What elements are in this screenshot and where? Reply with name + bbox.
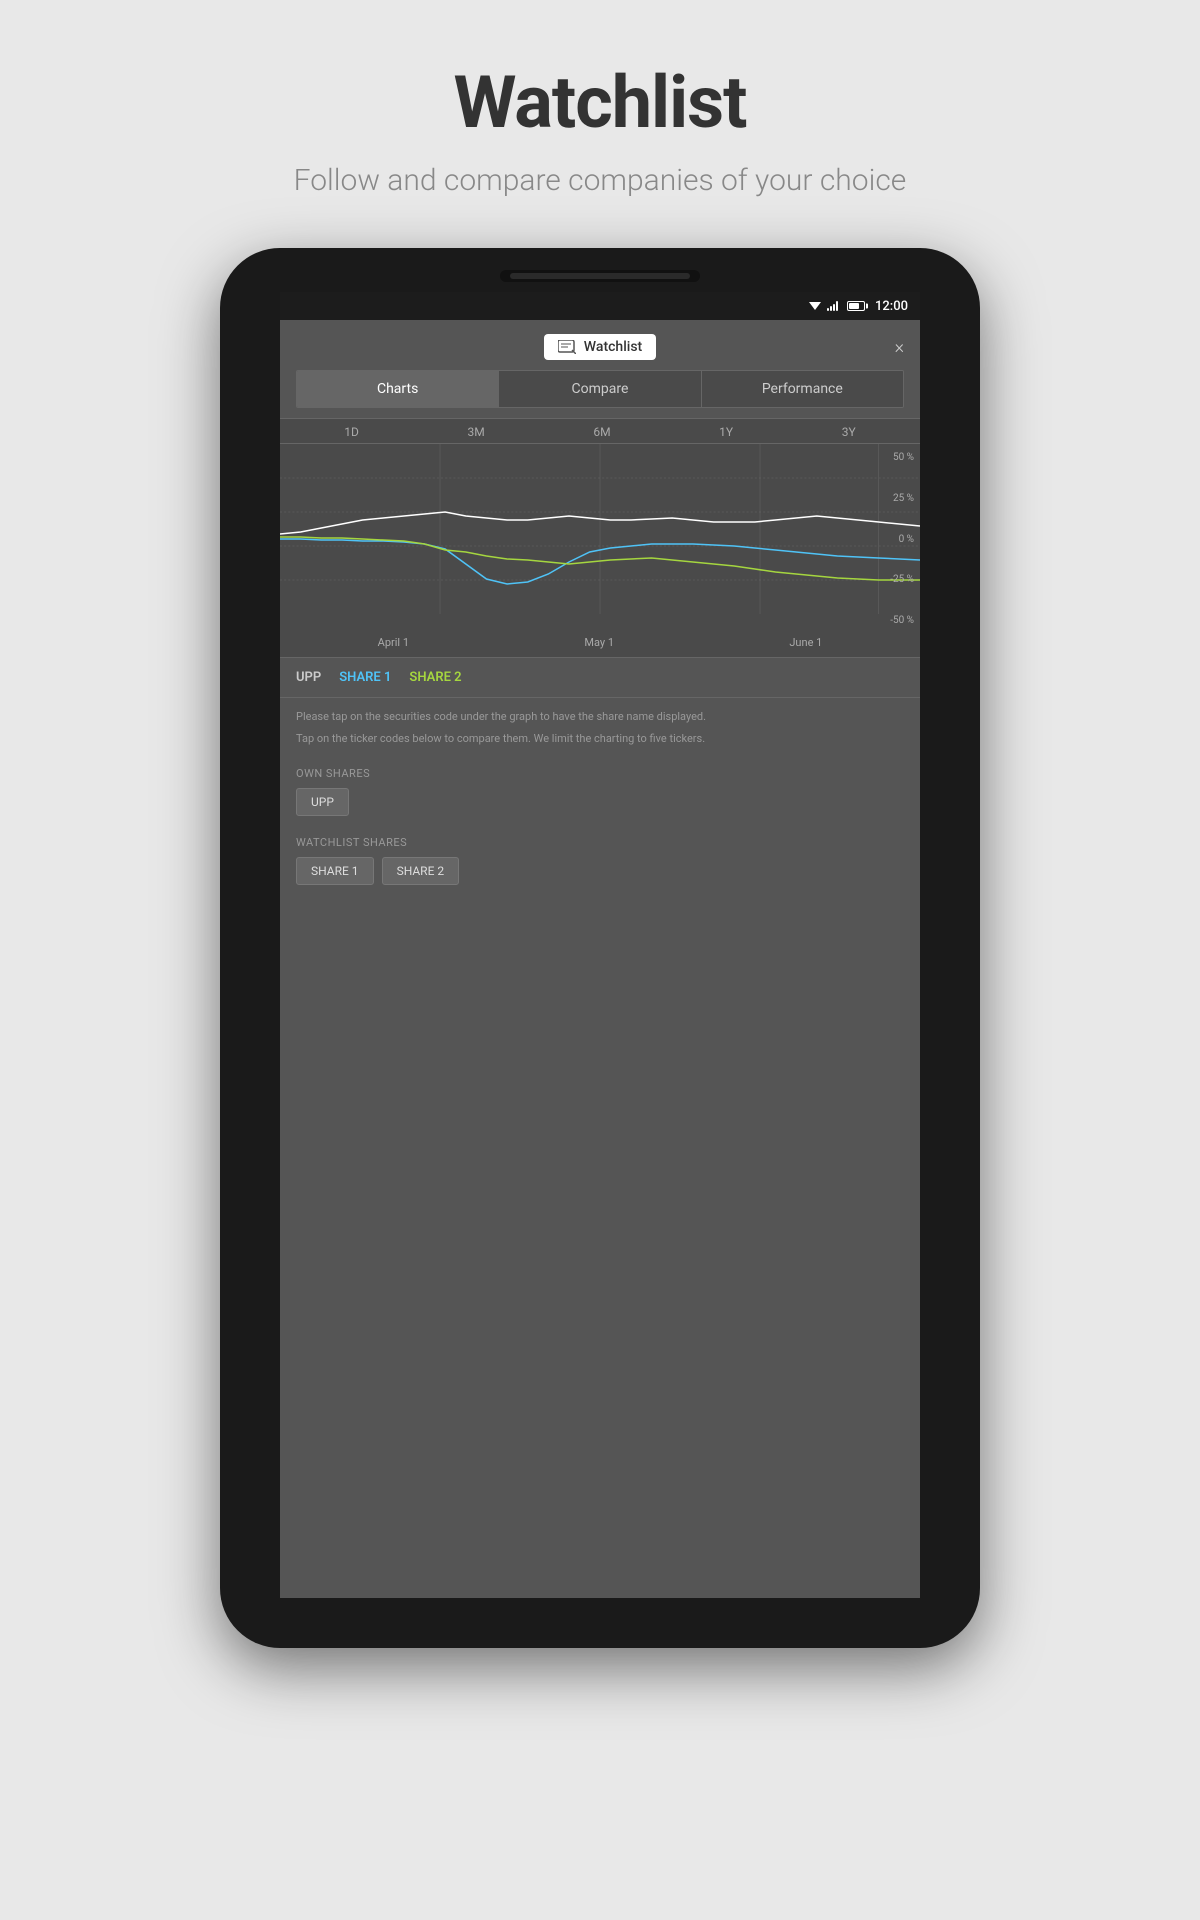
info-line-1: Please tap on the securities code under … [296,708,904,726]
watchlist-badge-icon [558,340,576,354]
close-button[interactable]: × [895,337,904,358]
info-text: Please tap on the securities code under … [280,698,920,757]
time-label-3m: 3M [468,425,485,439]
chip-upp[interactable]: UPP [296,788,349,816]
chart-canvas: 50 % 25 % 0 % -25 % -50 % [280,444,920,634]
x-label-may: May 1 [584,636,614,649]
own-shares-chips: UPP [296,788,904,816]
legend-item-upp[interactable]: UPP [296,670,321,685]
device: 12:00 Watchlist × Charts Compare Perform… [220,248,980,1648]
info-line-2: Tap on the ticker codes below to compare… [296,730,904,748]
chart-area: 1D 3M 6M 1Y 3Y [280,418,920,658]
watchlist-chips: SHARE 1 SHARE 2 [296,857,904,885]
watchlist-shares-label: WATCHLIST SHARES [296,836,904,849]
watchlist-title: Watchlist [584,339,642,355]
x-label-june: June 1 [789,636,822,649]
page-header: Watchlist Follow and compare companies o… [294,0,907,228]
legend-item-share1[interactable]: SHARE 1 [339,670,391,685]
tab-charts[interactable]: Charts [297,371,499,407]
time-label-1y: 1Y [719,425,733,439]
tab-performance[interactable]: Performance [702,371,903,407]
watchlist-shares-section: WATCHLIST SHARES SHARE 1 SHARE 2 [280,826,920,895]
x-label-april: April 1 [378,636,409,649]
x-axis-labels: April 1 May 1 June 1 [280,634,920,651]
time-axis: 1D 3M 6M 1Y 3Y [280,419,920,444]
tab-compare[interactable]: Compare [499,371,701,407]
battery-icon [847,301,865,311]
chart-svg [280,444,920,614]
chip-share2[interactable]: SHARE 2 [382,857,460,885]
y-label-50p: 50 % [890,452,914,463]
y-axis-labels: 50 % 25 % 0 % -25 % -50 % [890,444,914,634]
y-label-25p: 25 % [890,493,914,504]
speaker [500,270,700,282]
time-label-1d: 1D [344,425,359,439]
wifi-icon [809,301,821,311]
signal-icon [827,301,841,311]
tab-bar: Charts Compare Performance [296,370,904,408]
own-shares-section: OWN SHARES UPP [280,757,920,826]
chart-legend: UPP SHARE 1 SHARE 2 [280,658,920,698]
legend-item-share2[interactable]: SHARE 2 [409,670,461,685]
page-title: Watchlist [294,60,907,145]
status-time: 12:00 [875,299,908,314]
watchlist-badge: Watchlist [544,334,656,360]
status-bar: 12:00 [280,292,920,320]
time-label-6m: 6M [593,425,610,439]
own-shares-label: OWN SHARES [296,767,904,780]
time-label-3y: 3Y [842,425,856,439]
y-label-n50: -50 % [890,615,914,626]
chip-share1[interactable]: SHARE 1 [296,857,374,885]
status-icons: 12:00 [809,299,908,314]
y-label-n25: -25 % [890,574,914,585]
page-subtitle: Follow and compare companies of your cho… [294,163,907,198]
app-screen: Watchlist × Charts Compare Performance 1… [280,320,920,1598]
y-label-0: 0 % [890,534,914,545]
app-header: Watchlist × [280,320,920,370]
